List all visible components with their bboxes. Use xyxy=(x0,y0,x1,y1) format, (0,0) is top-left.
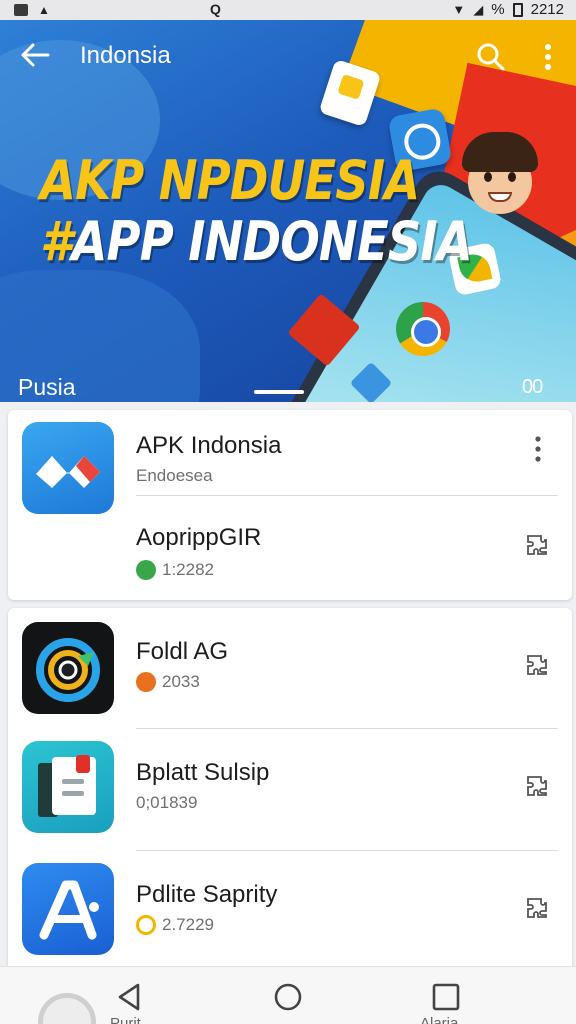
status-time: 2212 xyxy=(530,1,564,18)
app-name: Foldl AG xyxy=(136,638,229,665)
app-meta-text: 2.7229 xyxy=(162,915,214,934)
back-nav-icon[interactable] xyxy=(114,981,146,1013)
puzzle-settings-icon[interactable] xyxy=(524,773,550,799)
system-nav-bar: Purit Alaria xyxy=(0,966,576,1024)
screen: ▲ Q ▼ ◢ % 2212 AKP NPDUESIA #APP INDONES… xyxy=(0,0,576,1024)
divider xyxy=(136,495,558,496)
list-item[interactable]: Foldl AG 2033 xyxy=(8,608,572,728)
featured-app-row[interactable]: APK Indonsia Endoesea xyxy=(8,410,572,514)
app-name: Bplatt Sulsip xyxy=(136,759,270,786)
nav-left-label: Purit xyxy=(110,1015,141,1024)
battery-icon xyxy=(512,2,523,17)
hero-label: Pusia xyxy=(18,374,76,400)
list-item[interactable]: Pdlite Saprity 2.7229 xyxy=(8,851,572,971)
upload-icon: ▲ xyxy=(38,3,50,17)
app-meta: 2.7229 xyxy=(136,915,214,935)
browser-icon xyxy=(396,302,450,356)
app-store-icon xyxy=(22,863,114,955)
carousel-indicator[interactable] xyxy=(254,390,304,394)
featured-second-name: AoprippGIR xyxy=(136,524,262,551)
recents-nav-icon[interactable] xyxy=(430,981,462,1013)
profile-avatar[interactable] xyxy=(38,993,96,1024)
featured-second-meta-text: 1:2282 xyxy=(162,560,214,579)
status-left-icons: ▲ xyxy=(14,3,50,17)
puzzle-settings-icon[interactable] xyxy=(524,895,550,921)
puzzle-settings-icon[interactable] xyxy=(524,652,550,678)
back-arrow-icon[interactable] xyxy=(20,42,50,68)
battery-percent: % xyxy=(491,1,505,18)
orange-status-icon xyxy=(136,672,156,692)
hero-line-1: AKP NPDUESIA xyxy=(40,149,420,212)
featured-app-name: APK Indonsia xyxy=(136,432,282,459)
hero-line-2-text: APP INDONESIA xyxy=(71,210,472,274)
app-meta: 2033 xyxy=(136,672,200,692)
status-right: ▼ ◢ % 2212 xyxy=(452,1,564,18)
hero-headline: AKP NPDUESIA #APP INDONESIA xyxy=(40,150,542,272)
puzzle-settings-icon[interactable] xyxy=(524,532,550,558)
app-list: Foldl AG 2033 Bplatt Sulsip 0;01839 Pdli… xyxy=(8,608,572,968)
app-meta-text: 0;01839 xyxy=(136,793,198,812)
top-app-bar: Indonsia xyxy=(0,20,576,90)
signal-icon: ◢ xyxy=(473,1,484,17)
more-vert-icon[interactable] xyxy=(536,42,560,72)
featured-second-meta: 1:2282 xyxy=(136,560,214,580)
featured-sub-row[interactable]: AoprippGIR 1:2282 xyxy=(8,500,572,600)
list-item[interactable]: Bplatt Sulsip 0;01839 xyxy=(8,729,572,849)
wifi-icon: ▼ xyxy=(452,2,466,17)
status-app-glyph: Q xyxy=(210,1,221,17)
featured-app-subtitle: Endoesea xyxy=(136,466,213,485)
yellow-status-icon xyxy=(136,915,156,935)
search-icon[interactable] xyxy=(476,42,506,72)
page-title: Indonsia xyxy=(80,42,171,69)
notes-app-icon xyxy=(22,741,114,833)
hero-line-2: #APP INDONESIA xyxy=(40,210,473,274)
notification-icon xyxy=(14,4,28,16)
nav-right-label: Alaria xyxy=(420,1015,459,1024)
green-status-icon xyxy=(136,560,156,580)
app-name: Pdlite Saprity xyxy=(136,881,278,908)
status-bar: ▲ Q ▼ ◢ % 2212 xyxy=(0,0,576,20)
app-meta-text: 2033 xyxy=(162,672,200,691)
hero-hash: # xyxy=(40,210,72,274)
featured-card: APK Indonsia Endoesea AoprippGIR 1:2282 xyxy=(8,410,572,600)
home-nav-icon[interactable] xyxy=(272,981,304,1013)
hero-page-count: 00 xyxy=(522,376,543,398)
overflow-menu-icon[interactable] xyxy=(526,434,550,464)
focus-app-icon xyxy=(22,622,114,714)
